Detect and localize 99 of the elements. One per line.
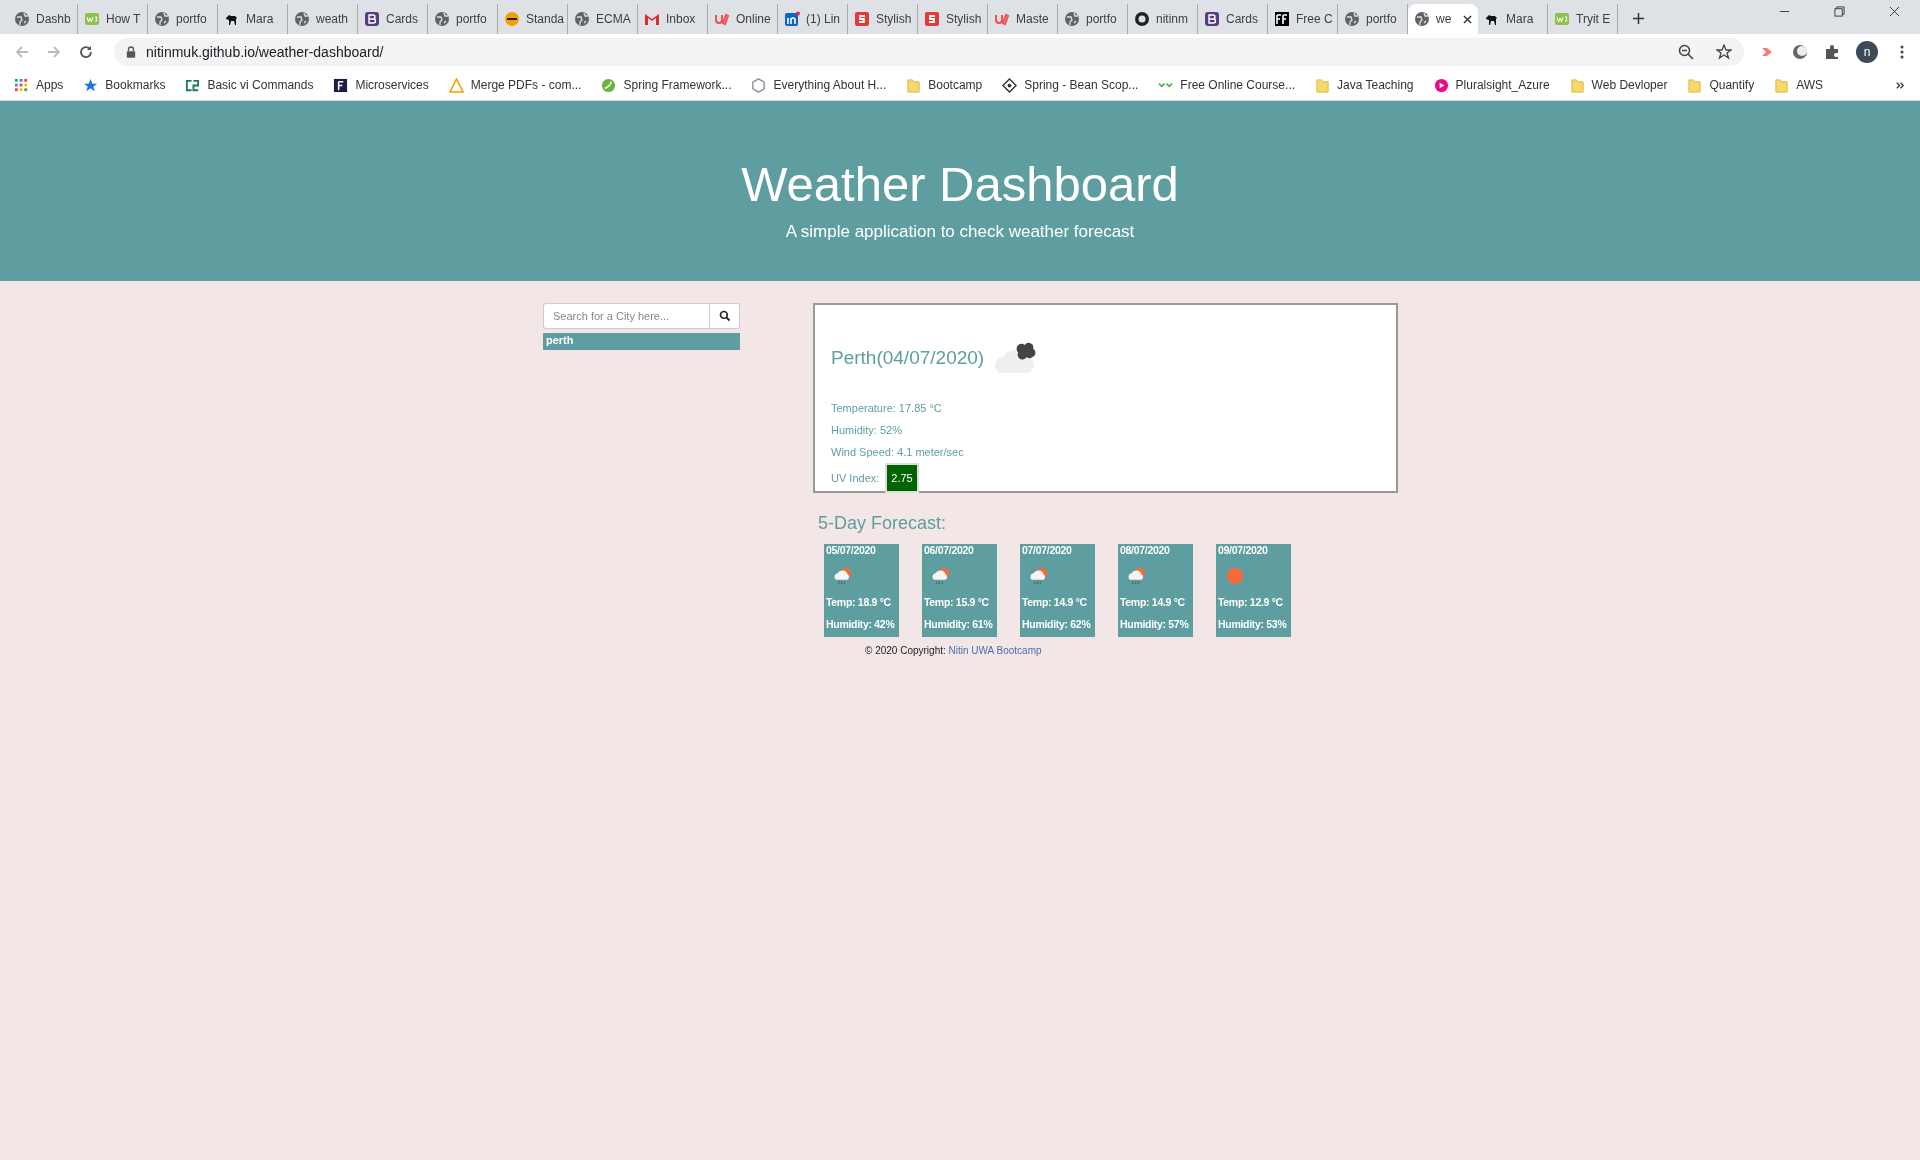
address-bar[interactable]: nitinmuk.github.io/weather-dashboard/ [114, 38, 1744, 66]
rain-cloud-sun-icon [1126, 566, 1148, 586]
reload-icon[interactable] [78, 44, 94, 60]
rain-cloud-sun-icon [930, 566, 952, 586]
folder-icon [1687, 77, 1703, 93]
play-circle-icon [1433, 77, 1449, 93]
chevrons-icon [1158, 82, 1174, 88]
bookmark-item[interactable]: Quantify [1687, 77, 1755, 93]
forecast-date: 08/07/2020 [1120, 544, 1171, 556]
close-icon[interactable] [1889, 5, 1900, 17]
folder-icon [906, 77, 922, 93]
forecast-temperature: Temp: 12.9 °C [1218, 596, 1284, 608]
rain-cloud-sun-icon [1028, 566, 1050, 586]
square-logo-icon [854, 11, 870, 27]
forecast-temperature: Temp: 18.9 °C [826, 596, 892, 608]
humidity-text: Humidity: 52% [831, 423, 903, 438]
square-logo-icon [924, 11, 940, 27]
forecast-heading: 5-Day Forecast: [818, 513, 948, 534]
forecast-temperature: Temp: 14.9 °C [1022, 596, 1088, 608]
bookmark-item[interactable]: Spring - Bean Scop... [1002, 77, 1139, 93]
globe-icon [294, 11, 310, 27]
rain-cloud-sun-icon [832, 566, 854, 586]
bookmark-item[interactable]: Bookmarks [83, 77, 166, 93]
square-logo-icon [784, 11, 800, 27]
w3-logo-icon [1554, 11, 1570, 27]
forecast-date: 07/07/2020 [1022, 544, 1073, 556]
forecast-date: 06/07/2020 [924, 544, 975, 556]
forecast-temperature: Temp: 14.9 °C [1120, 596, 1186, 608]
bookmark-item[interactable]: Everything About H... [751, 77, 887, 93]
mail-icon [644, 11, 660, 27]
footer-link[interactable]: Nitin UWA Bootcamp [948, 645, 1042, 656]
forecast-humidity: Humidity: 53% [1218, 618, 1288, 630]
leaf-icon [601, 77, 617, 93]
folder-icon [1569, 77, 1585, 93]
uv-index-label: UV Index: [831, 471, 880, 486]
zoom-out-icon[interactable] [1678, 44, 1694, 60]
forecast-date: 09/07/2020 [1218, 544, 1269, 556]
temperature-text: Temperature: 17.85 °C [831, 401, 943, 416]
circle-logo-icon [504, 11, 520, 27]
star-icon [83, 77, 99, 93]
mark-logo-icon [994, 11, 1010, 27]
forecast-date: 05/07/2020 [826, 544, 877, 556]
search-button[interactable] [710, 303, 740, 329]
search-field[interactable]: Search for a City here... [543, 303, 710, 329]
globe-icon [1064, 11, 1080, 27]
sun-icon [1224, 566, 1246, 586]
bookmark-item[interactable]: Web Devloper [1569, 77, 1668, 93]
warning-triangle-icon [448, 77, 464, 93]
bookmark-item[interactable]: Bootcamp [906, 77, 983, 93]
copyright-text: © 2020 Copyright: [865, 645, 946, 656]
bookmark-item[interactable]: AWS [1774, 77, 1824, 93]
forecast-humidity: Humidity: 57% [1120, 618, 1190, 630]
globe-icon [1344, 11, 1360, 27]
mark-logo-icon [714, 11, 730, 27]
close-icon[interactable] [1463, 14, 1472, 24]
page-title: Weather Dashboard [740, 156, 1180, 212]
folder-icon [1315, 77, 1331, 93]
forecast-temperature: Temp: 15.9 °C [924, 596, 990, 608]
forecast-humidity: Humidity: 42% [826, 618, 896, 630]
square-logo-icon [333, 77, 349, 93]
square-logo-icon [1274, 11, 1290, 27]
star-icon[interactable] [1716, 44, 1732, 60]
globe-icon [434, 11, 450, 27]
browser-tab[interactable]: we [1408, 4, 1478, 34]
restore-icon[interactable] [1834, 5, 1845, 17]
circle-logo-icon [1134, 11, 1150, 27]
bookmark-item[interactable]: Free Online Course... [1158, 78, 1296, 92]
w3-logo-icon [84, 11, 100, 27]
double-chevron-icon[interactable] [1895, 79, 1906, 91]
globe-icon [14, 11, 30, 27]
folder-icon [1774, 77, 1790, 93]
globe-icon [154, 11, 170, 27]
page-subtitle: A simple application to check weather forecast [784, 222, 1136, 242]
hexagon-icon [751, 77, 767, 93]
plus-icon[interactable] [1632, 12, 1645, 25]
puzzle-icon[interactable] [1824, 44, 1840, 60]
city-title: Perth(04/07/2020) [831, 347, 985, 369]
profile-avatar[interactable]: n [1856, 41, 1878, 63]
bookmark-item[interactable]: Spring Framework... [601, 77, 732, 93]
globe-icon [574, 11, 590, 27]
globe-icon [1414, 11, 1430, 27]
uv-index-badge: 2.75 [885, 463, 919, 493]
square-logo-icon [1204, 11, 1220, 27]
bracket-logo-icon [185, 77, 201, 93]
bookmark-item[interactable]: Java Teaching [1315, 77, 1414, 93]
square-logo-icon [364, 11, 380, 27]
search-icon [718, 310, 731, 322]
bookmark-item[interactable]: Basic vi Commands [185, 77, 314, 93]
forecast-humidity: Humidity: 62% [1022, 618, 1092, 630]
forecast-humidity: Humidity: 61% [924, 618, 994, 630]
moon-icon[interactable] [1792, 44, 1808, 60]
wind-speed-text: Wind Speed: 4.1 meter/sec [831, 445, 965, 460]
apps-grid-icon [14, 77, 29, 93]
bookmark-item[interactable]: Microservices [333, 77, 429, 93]
bookmark-item[interactable]: Merge PDFs - com... [448, 77, 582, 93]
bookmark-item[interactable]: Pluralsight_Azure [1433, 77, 1550, 93]
bookmark-item[interactable]: Apps [14, 77, 64, 93]
lock-icon[interactable] [126, 46, 136, 58]
diamond-icon [1002, 77, 1018, 93]
